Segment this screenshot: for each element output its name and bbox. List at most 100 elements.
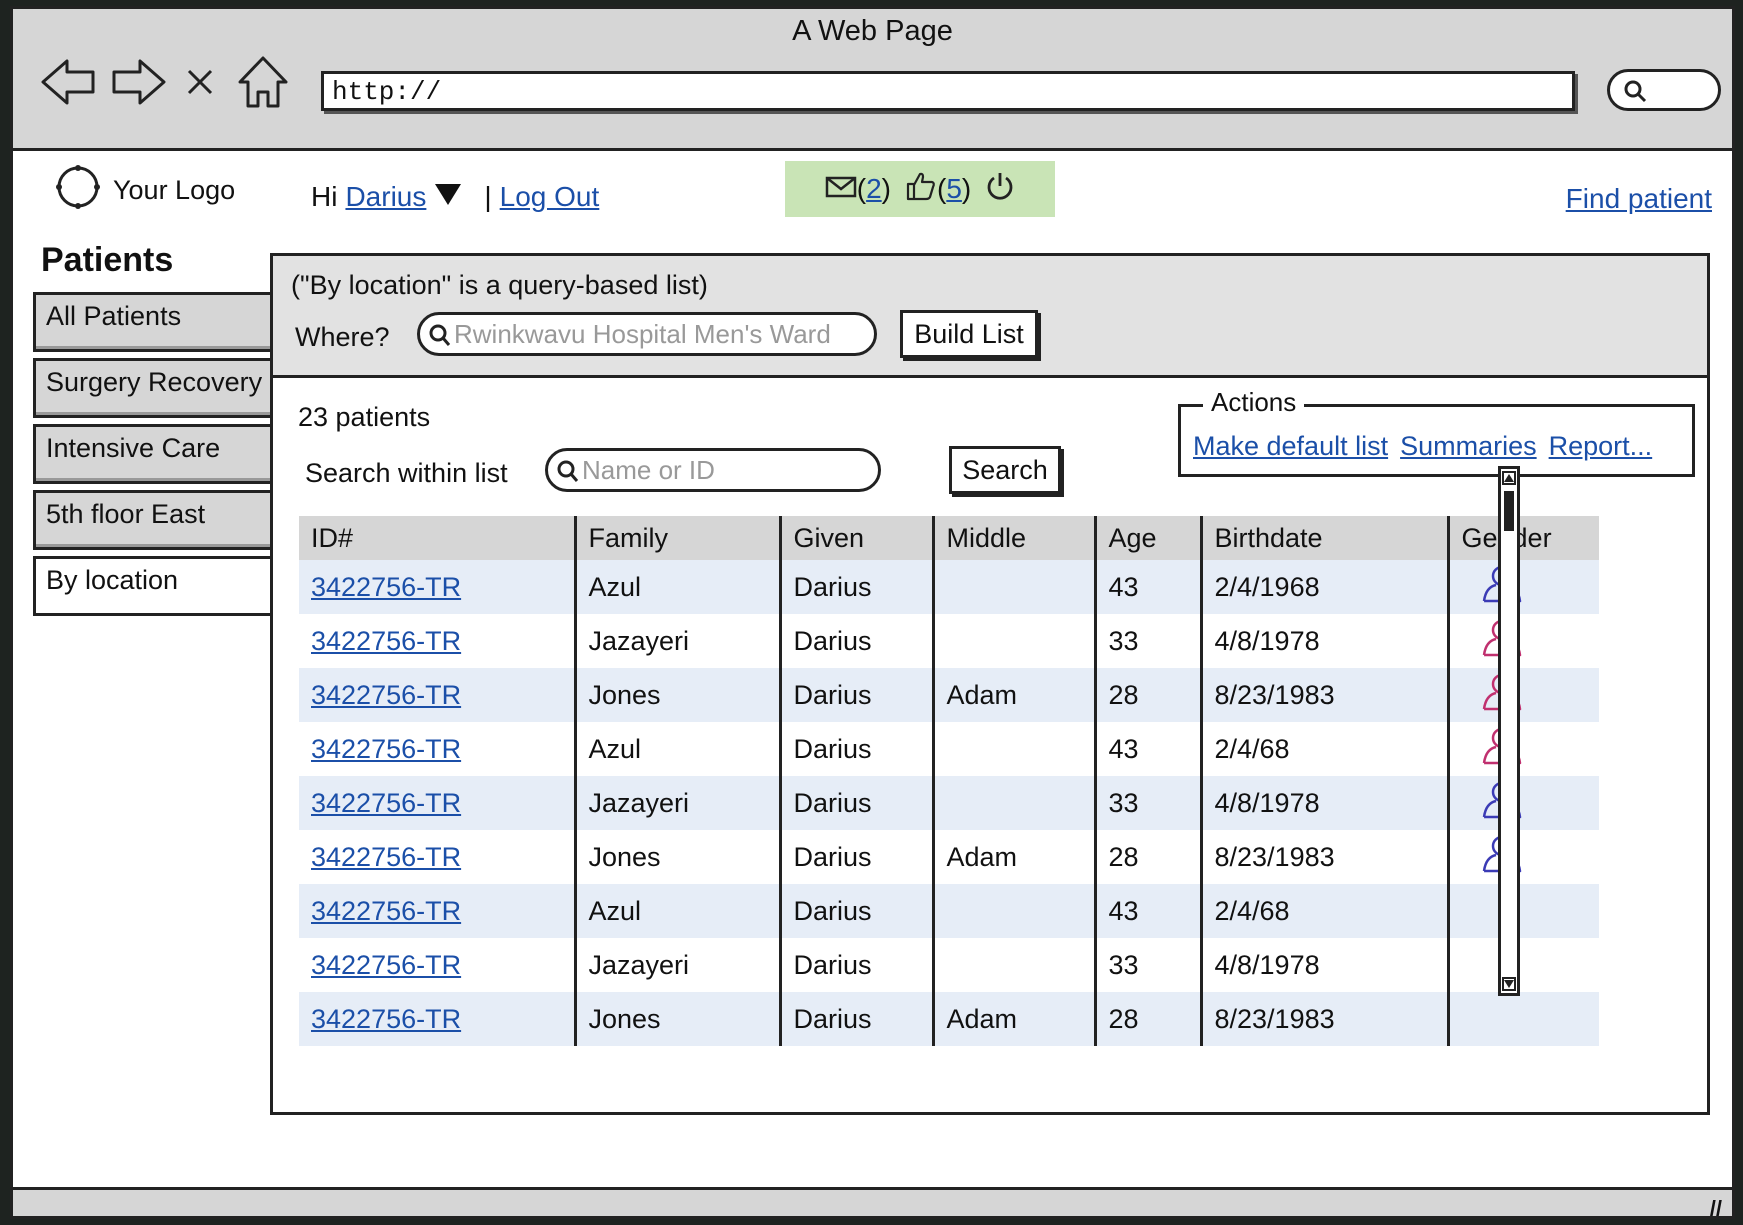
browser-search-field[interactable] [1607, 69, 1721, 111]
scroll-up-icon[interactable] [1502, 471, 1516, 485]
table-row[interactable]: 3422756-TR Azul Darius 43 2/4/68 [299, 884, 1599, 938]
logout-link[interactable]: Log Out [500, 181, 600, 213]
cell-given: Darius [780, 884, 935, 938]
cell-id[interactable]: 3422756-TR [299, 830, 577, 884]
patient-id-link[interactable]: 3422756-TR [311, 950, 461, 980]
table-row[interactable]: 3422756-TR Jones Darius Adam 28 8/23/1983 [299, 992, 1599, 1046]
cell-birthdate: 8/23/1983 [1201, 992, 1450, 1046]
table-row[interactable]: 3422756-TR Jazayeri Darius 33 4/8/1978 [299, 776, 1599, 830]
stop-icon[interactable] [178, 51, 222, 113]
patient-id-link[interactable]: 3422756-TR [311, 842, 461, 872]
cell-age: 33 [1095, 776, 1203, 830]
report-link[interactable]: Report... [1549, 431, 1653, 462]
logo: Your Logo [55, 164, 235, 217]
col-header-age[interactable]: Age [1095, 516, 1203, 560]
search-button[interactable]: Search [949, 446, 1061, 494]
list-search-input[interactable]: Name or ID [545, 448, 881, 492]
patient-id-link[interactable]: 3422756-TR [311, 572, 461, 602]
patient-id-link[interactable]: 3422756-TR [311, 1004, 461, 1034]
cell-middle [933, 614, 1097, 668]
col-header-given[interactable]: Given [780, 516, 935, 560]
cell-age: 33 [1095, 614, 1203, 668]
cell-given: Darius [780, 560, 935, 614]
table-header-row: ID# Family Given Middle Age Birthdate Ge… [299, 516, 1599, 560]
cell-middle [933, 776, 1097, 830]
cell-gender [1448, 668, 1599, 722]
col-header-birthdate[interactable]: Birthdate [1201, 516, 1450, 560]
table-row[interactable]: 3422756-TR Jazayeri Darius 33 4/8/1978 [299, 938, 1599, 992]
patient-id-link[interactable]: 3422756-TR [311, 734, 461, 764]
cell-id[interactable]: 3422756-TR [299, 776, 577, 830]
header-separator: | [484, 181, 492, 212]
tab-by-location[interactable]: By location [33, 556, 273, 616]
summaries-link[interactable]: Summaries [1400, 431, 1537, 462]
make-default-list-link[interactable]: Make default list [1193, 431, 1388, 462]
cell-age: 43 [1095, 560, 1203, 614]
patient-id-link[interactable]: 3422756-TR [311, 788, 461, 818]
cell-given: Darius [780, 722, 935, 776]
user-menu-link[interactable]: Darius [345, 181, 426, 213]
cell-id[interactable]: 3422756-TR [299, 614, 577, 668]
cell-id[interactable]: 3422756-TR [299, 560, 577, 614]
cell-given: Darius [780, 614, 935, 668]
cell-age: 28 [1095, 668, 1203, 722]
tab-all-patients[interactable]: All Patients [33, 292, 273, 352]
cell-middle [933, 722, 1097, 776]
cell-gender [1448, 938, 1599, 992]
col-header-family[interactable]: Family [575, 516, 782, 560]
logo-icon [55, 164, 101, 217]
cell-id[interactable]: 3422756-TR [299, 668, 577, 722]
caret-down-icon[interactable] [434, 181, 462, 213]
cell-gender [1448, 992, 1599, 1046]
cell-id[interactable]: 3422756-TR [299, 992, 577, 1046]
cell-birthdate: 8/23/1983 [1201, 668, 1450, 722]
table-scrollbar[interactable] [1498, 466, 1520, 996]
table-row[interactable]: 3422756-TR Jones Darius Adam 28 8/23/1983 [299, 830, 1599, 884]
patient-table: ID# Family Given Middle Age Birthdate Ge… [299, 516, 1599, 1046]
likes-indicator[interactable]: (5) [905, 170, 971, 209]
cell-family: Azul [575, 560, 782, 614]
build-list-button[interactable]: Build List [900, 310, 1038, 358]
patient-id-link[interactable]: 3422756-TR [311, 626, 461, 656]
address-bar[interactable]: http:// [321, 71, 1575, 111]
patient-id-link[interactable]: 3422756-TR [311, 680, 461, 710]
home-icon[interactable] [233, 51, 293, 113]
messages-count[interactable]: 2 [866, 173, 882, 205]
forward-icon[interactable] [108, 51, 170, 113]
table-row[interactable]: 3422756-TR Azul Darius 43 2/4/1968 [299, 560, 1599, 614]
resize-grip-icon[interactable]: // [1710, 1196, 1722, 1216]
tab-5th-floor-east[interactable]: 5th floor East [33, 490, 273, 550]
notification-bar: (2) (5) [785, 161, 1055, 217]
cell-age: 28 [1095, 992, 1203, 1046]
messages-indicator[interactable]: (2) [825, 173, 891, 205]
cell-given: Darius [780, 830, 935, 884]
scroll-down-icon[interactable] [1502, 977, 1516, 991]
power-icon[interactable] [985, 170, 1015, 209]
cell-family: Jones [575, 668, 782, 722]
table-row[interactable]: 3422756-TR Jazayeri Darius 33 4/8/1978 [299, 614, 1599, 668]
location-input-placeholder: Rwinkwavu Hospital Men's Ward [454, 319, 831, 349]
likes-count[interactable]: 5 [946, 173, 962, 205]
cell-birthdate: 4/8/1978 [1201, 776, 1450, 830]
cell-id[interactable]: 3422756-TR [299, 938, 577, 992]
cell-middle: Adam [933, 830, 1097, 884]
back-icon[interactable] [37, 51, 99, 113]
col-header-id[interactable]: ID# [299, 516, 577, 560]
col-header-gender[interactable]: Gender [1448, 516, 1599, 560]
query-area: ("By location" is a query-based list) Wh… [273, 256, 1707, 378]
window-title: A Web Page [792, 15, 953, 47]
tab-intensive-care[interactable]: Intensive Care [33, 424, 273, 484]
table-row[interactable]: 3422756-TR Jones Darius Adam 28 8/23/1983 [299, 668, 1599, 722]
cell-family: Jones [575, 992, 782, 1046]
tab-surgery-recovery[interactable]: Surgery Recovery [33, 358, 273, 418]
col-header-middle[interactable]: Middle [933, 516, 1097, 560]
table-row[interactable]: 3422756-TR Azul Darius 43 2/4/68 [299, 722, 1599, 776]
patient-id-link[interactable]: 3422756-TR [311, 896, 461, 926]
location-input[interactable]: Rwinkwavu Hospital Men's Ward [417, 312, 877, 356]
cell-birthdate: 2/4/68 [1201, 884, 1450, 938]
cell-id[interactable]: 3422756-TR [299, 884, 577, 938]
cell-id[interactable]: 3422756-TR [299, 722, 577, 776]
cell-gender [1448, 614, 1599, 668]
scroll-thumb[interactable] [1504, 491, 1514, 531]
find-patient-link[interactable]: Find patient [1566, 183, 1712, 215]
